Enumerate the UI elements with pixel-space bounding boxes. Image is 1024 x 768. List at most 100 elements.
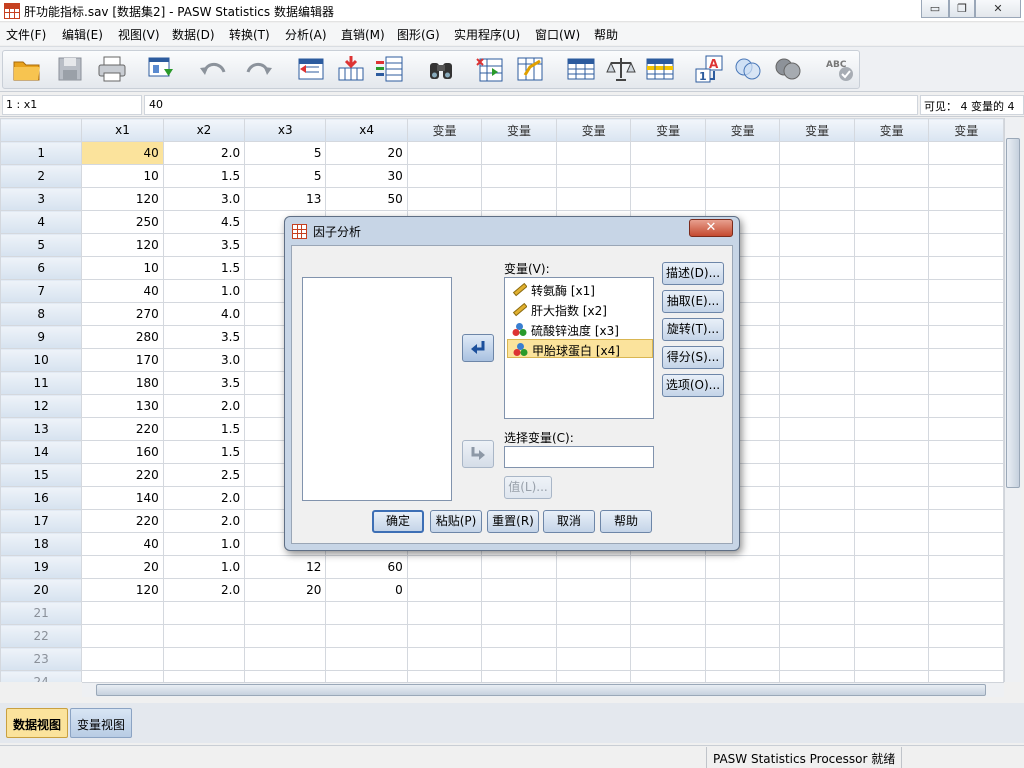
variables-icon[interactable]	[374, 55, 404, 83]
empty-cell[interactable]	[481, 647, 557, 671]
empty-cell[interactable]	[853, 555, 930, 579]
table-cell[interactable]: 60	[325, 555, 408, 579]
tab-data-view[interactable]: 数据视图	[6, 708, 69, 738]
empty-cell[interactable]	[555, 555, 632, 579]
table-cell[interactable]: 1.5	[162, 256, 246, 280]
menu-data[interactable]: 数据(D)	[172, 26, 215, 43]
row-number[interactable]: 12	[0, 394, 83, 418]
empty-cell[interactable]	[928, 210, 1004, 234]
row-number[interactable]: 11	[0, 371, 83, 395]
menu-file[interactable]: 文件(F)	[6, 26, 46, 43]
table-cell[interactable]: 160	[81, 440, 164, 464]
rotation-button[interactable]: 旋转(T)...	[662, 318, 724, 341]
empty-cell[interactable]	[555, 647, 632, 671]
empty-cell[interactable]	[406, 164, 483, 188]
column-header-x1[interactable]: x1	[81, 118, 164, 142]
row-number[interactable]: 3	[0, 187, 83, 211]
menu-direct-marketing[interactable]: 直销(M)	[341, 26, 385, 43]
empty-cell[interactable]	[853, 210, 930, 234]
table-cell[interactable]: 2.0	[162, 486, 246, 510]
empty-cell[interactable]	[853, 532, 930, 556]
close-window-button[interactable]: ✕	[975, 0, 1021, 18]
empty-cell[interactable]	[853, 647, 930, 671]
empty-cell[interactable]	[928, 555, 1004, 579]
empty-cell[interactable]	[928, 601, 1004, 625]
row-number[interactable]: 9	[0, 325, 83, 349]
empty-cell[interactable]	[555, 164, 632, 188]
value-button[interactable]: 值(L)...	[504, 476, 552, 499]
empty-cell[interactable]	[928, 394, 1004, 418]
menu-help[interactable]: 帮助	[594, 26, 618, 43]
empty-cell[interactable]	[853, 509, 930, 533]
empty-cell[interactable]	[779, 187, 855, 211]
empty-cell[interactable]	[779, 509, 855, 533]
empty-cell[interactable]	[928, 187, 1004, 211]
row-number[interactable]: 7	[0, 279, 83, 303]
table-cell[interactable]: 130	[81, 394, 164, 418]
empty-cell[interactable]	[406, 555, 483, 579]
empty-cell[interactable]	[630, 647, 706, 671]
empty-cell[interactable]	[928, 371, 1004, 395]
table-cell[interactable]: 3.5	[162, 325, 246, 349]
list-item[interactable]: 转氨酶 [x1]	[507, 280, 653, 299]
empty-cell[interactable]	[555, 187, 632, 211]
table-cell[interactable]: 30	[325, 164, 408, 188]
table-cell[interactable]: 1.0	[162, 532, 246, 556]
empty-cell[interactable]	[630, 624, 706, 648]
empty-cell[interactable]	[853, 670, 930, 682]
empty-cell[interactable]	[853, 394, 930, 418]
row-number[interactable]: 6	[0, 256, 83, 280]
table-cell[interactable]: 170	[81, 348, 164, 372]
insert-variable-icon[interactable]	[515, 55, 545, 83]
table-cell[interactable]: 0	[325, 578, 408, 602]
spell-check-icon[interactable]: ABC	[825, 55, 855, 83]
table-cell[interactable]: 2.0	[162, 141, 246, 165]
empty-cell[interactable]	[704, 141, 781, 165]
empty-cell[interactable]	[704, 164, 781, 188]
row-number[interactable]: 18	[0, 532, 83, 556]
variables-list[interactable]: 转氨酶 [x1] 肝大指数 [x2] 硫酸锌浊度 [x3] 甲胎球蛋白 [x4]	[504, 277, 654, 419]
empty-cell[interactable]	[630, 555, 706, 579]
table-cell[interactable]	[81, 647, 164, 671]
empty-cell[interactable]	[928, 440, 1004, 464]
table-cell[interactable]: 3.5	[162, 371, 246, 395]
horizontal-scroll-thumb[interactable]	[96, 684, 986, 696]
empty-cell[interactable]	[555, 578, 632, 602]
empty-cell[interactable]	[853, 233, 930, 257]
table-cell[interactable]: 140	[81, 486, 164, 510]
empty-cell[interactable]	[779, 555, 855, 579]
menu-window[interactable]: 窗口(W)	[535, 26, 580, 43]
empty-cell[interactable]	[704, 624, 781, 648]
empty-cell[interactable]	[779, 348, 855, 372]
extraction-button[interactable]: 抽取(E)...	[662, 290, 724, 313]
row-number[interactable]: 10	[0, 348, 83, 372]
empty-cell[interactable]	[630, 164, 706, 188]
row-number[interactable]: 15	[0, 463, 83, 487]
empty-cell[interactable]	[406, 624, 483, 648]
empty-cell[interactable]	[928, 325, 1004, 349]
row-number[interactable]: 24	[0, 670, 83, 682]
empty-cell[interactable]	[555, 601, 632, 625]
minimize-button[interactable]: ▭	[921, 0, 949, 18]
empty-cell[interactable]	[779, 578, 855, 602]
empty-cell[interactable]	[928, 348, 1004, 372]
table-cell[interactable]: 10	[81, 164, 164, 188]
go-to-case-icon[interactable]	[296, 55, 326, 83]
column-header-var[interactable]: 变量	[406, 118, 483, 142]
descriptives-button[interactable]: 描述(D)...	[662, 262, 724, 285]
value-labels-icon[interactable]: A1	[694, 55, 724, 83]
empty-cell[interactable]	[853, 164, 930, 188]
empty-cell[interactable]	[928, 256, 1004, 280]
table-cell[interactable]: 1.5	[162, 417, 246, 441]
column-header-x4[interactable]: x4	[325, 118, 408, 142]
table-cell[interactable]: 120	[81, 233, 164, 257]
empty-cell[interactable]	[853, 302, 930, 326]
corner-cell[interactable]	[0, 118, 83, 142]
help-button[interactable]: 帮助	[600, 510, 652, 533]
empty-cell[interactable]	[928, 532, 1004, 556]
table-cell[interactable]: 4.0	[162, 302, 246, 326]
save-icon[interactable]	[55, 55, 85, 83]
table-cell[interactable]: 220	[81, 417, 164, 441]
table-cell[interactable]: 2.0	[162, 509, 246, 533]
empty-cell[interactable]	[853, 348, 930, 372]
